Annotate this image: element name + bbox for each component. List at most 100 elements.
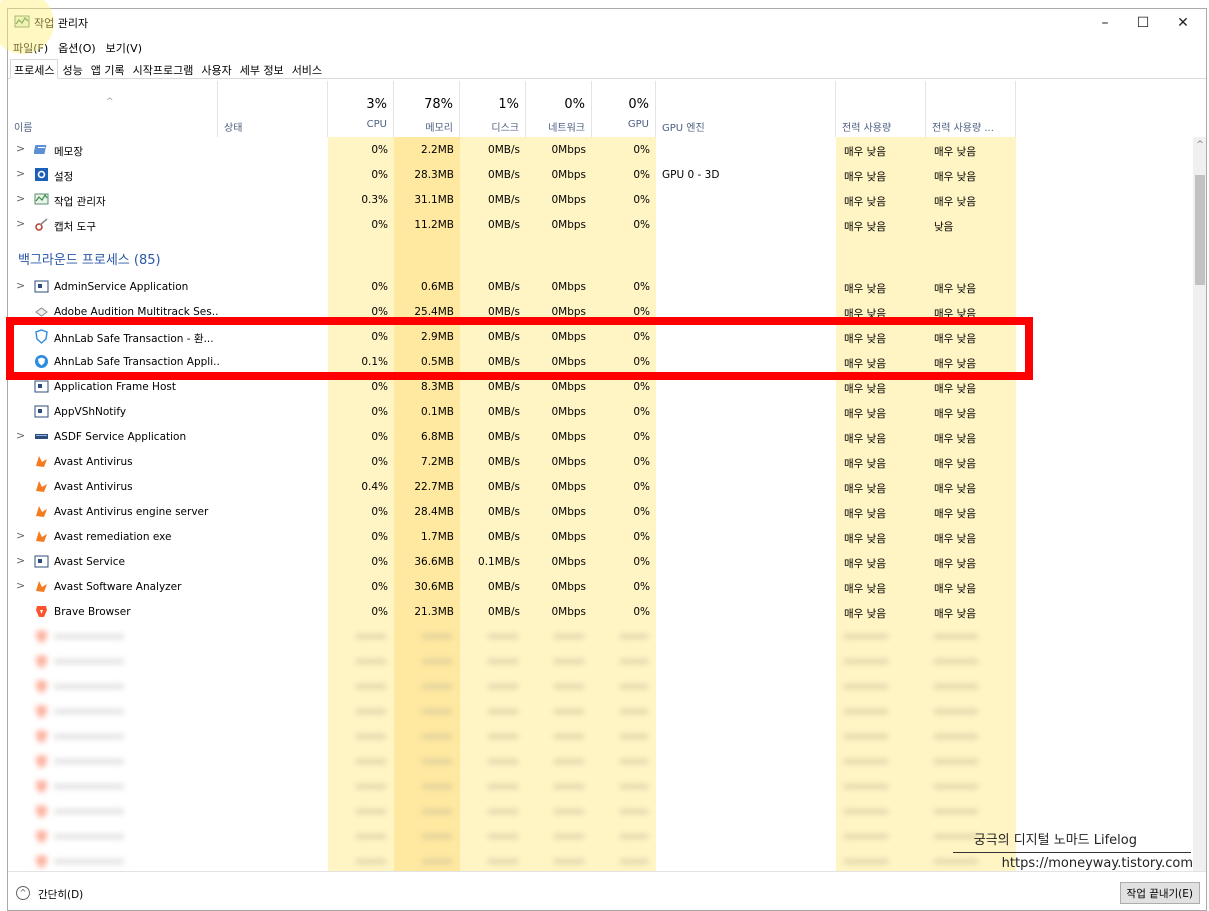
scroll-thumb[interactable] bbox=[1195, 175, 1205, 285]
adobe-audition-icon bbox=[34, 304, 49, 319]
app-row[interactable]: > 메모장 0% 2.2MB 0MB/s 0Mbps 0% 매우 낮음 매우 낮음 bbox=[8, 137, 1192, 162]
chevron-right-icon[interactable]: > bbox=[16, 579, 25, 592]
background-process-row[interactable]: AhnLab Safe Transaction Appli... 0.1% 0.5M… bbox=[8, 349, 1192, 374]
process-name: Avast Software Analyzer bbox=[54, 581, 182, 593]
chevron-right-icon[interactable]: > bbox=[16, 167, 25, 180]
footer-bar: ^ 간단히(D) 작업 끝내기(E) bbox=[8, 871, 1206, 910]
process-power: 매우 낮음 bbox=[844, 408, 886, 420]
brave-lion-icon bbox=[34, 829, 49, 844]
process-power-trend: 매우 낮음 bbox=[934, 608, 976, 620]
process-net: 0Mbps bbox=[551, 581, 586, 593]
process-power: 매우 낮음 bbox=[844, 308, 886, 320]
process-disk: 0MB/s bbox=[488, 406, 520, 418]
app-row[interactable]: > 설정 0% 28.3MB 0MB/s 0Mbps 0% GPU 0 - 3D 매우 낮음 매우… bbox=[8, 162, 1192, 187]
process-name: Adobe Audition Multitrack Ses... bbox=[54, 306, 219, 318]
tab-app-history[interactable]: 앱 기록 bbox=[87, 59, 129, 79]
background-process-row[interactable]: > ASDF Service Application 0% 6.8MB 0MB/s 0Mb… bbox=[8, 424, 1192, 449]
process-net: 0Mbps bbox=[551, 381, 586, 393]
process-name: Avast Service bbox=[54, 556, 125, 568]
process-cpu: 0% bbox=[371, 144, 388, 156]
process-net: 0Mbps bbox=[551, 356, 586, 368]
process-power: 매우 낮음 bbox=[844, 146, 886, 158]
process-cpu: 0% bbox=[371, 331, 388, 343]
chevron-right-icon[interactable]: > bbox=[16, 554, 25, 567]
process-cpu: 0.3% bbox=[361, 194, 388, 206]
process-disk: 0MB/s bbox=[488, 506, 520, 518]
background-process-row[interactable]: Adobe Audition Multitrack Ses... 0% 25.4MB… bbox=[8, 299, 1192, 324]
chevron-right-icon[interactable]: > bbox=[16, 142, 25, 155]
tab-processes[interactable]: 프로세스 bbox=[10, 59, 59, 79]
brave-lion-icon bbox=[34, 729, 49, 744]
tab-bar: 프로세스 성능 앱 기록 시작프로그램 사용자 세부 정보 서비스 bbox=[8, 59, 1206, 79]
task-manager-icon bbox=[34, 192, 49, 207]
process-net: 0Mbps bbox=[551, 531, 586, 543]
process-power: 매우 낮음 bbox=[844, 196, 886, 208]
process-disk: 0MB/s bbox=[488, 481, 520, 493]
watermark-divider bbox=[953, 852, 1191, 853]
tab-performance[interactable]: 성능 bbox=[58, 59, 86, 79]
chevron-right-icon[interactable]: > bbox=[16, 529, 25, 542]
background-processes-group: 백그라운드 프로세스 (85) bbox=[8, 237, 1192, 274]
menu-file[interactable]: 파일(F) bbox=[8, 37, 53, 57]
process-disk: 0MB/s bbox=[488, 169, 520, 181]
obscured-process-row bbox=[8, 624, 1192, 649]
column-power-trend[interactable]: 전력 사용량 ... bbox=[926, 81, 1016, 137]
chevron-right-icon[interactable]: > bbox=[16, 279, 25, 292]
app-row[interactable]: > 작업 관리자 0.3% 31.1MB 0MB/s 0Mbps 0% 매우 낮음 매우 낮음 bbox=[8, 187, 1192, 212]
background-process-row[interactable]: Application Frame Host 0% 8.3MB 0MB/s 0Mbps 0… bbox=[8, 374, 1192, 399]
background-process-row[interactable]: > Avast Service 0% 36.6MB 0.1MB/s 0Mbps 0% 매우 낮… bbox=[8, 549, 1192, 574]
process-disk: 0MB/s bbox=[488, 381, 520, 393]
scroll-up-arrow-icon[interactable]: ^ bbox=[1193, 137, 1206, 153]
chevron-right-icon[interactable]: > bbox=[16, 429, 25, 442]
column-memory[interactable]: 78% 메모리 bbox=[394, 81, 460, 137]
process-cpu: 0% bbox=[371, 281, 388, 293]
process-cpu: 0% bbox=[371, 531, 388, 543]
process-gpu: 0% bbox=[633, 431, 650, 443]
process-net: 0Mbps bbox=[551, 456, 586, 468]
tab-startup[interactable]: 시작프로그램 bbox=[129, 59, 198, 79]
background-process-row[interactable]: > Avast remediation exe 0% 1.7MB 0MB/s 0Mbps 0… bbox=[8, 524, 1192, 549]
tab-details[interactable]: 세부 정보 bbox=[236, 59, 288, 79]
chevron-up-circle-icon[interactable]: ^ bbox=[16, 886, 30, 900]
menu-view[interactable]: 보기(V) bbox=[101, 37, 147, 57]
end-task-button[interactable]: 작업 끝내기(E) bbox=[1119, 882, 1200, 904]
process-power-trend: 매우 낮음 bbox=[934, 508, 976, 520]
chevron-right-icon[interactable]: > bbox=[16, 217, 25, 230]
process-net: 0Mbps bbox=[551, 431, 586, 443]
column-disk[interactable]: 1% 디스크 bbox=[460, 81, 526, 137]
column-cpu[interactable]: 3% CPU bbox=[328, 81, 394, 137]
background-process-row[interactable]: Avast Antivirus 0.4% 22.7MB 0MB/s 0Mbps 0% 매우 … bbox=[8, 474, 1192, 499]
column-gpu[interactable]: 0% GPU bbox=[592, 81, 656, 137]
background-process-row[interactable]: Avast Antivirus engine server 0% 28.4MB 0MB… bbox=[8, 499, 1192, 524]
close-button[interactable]: ✕ bbox=[1160, 9, 1206, 37]
brave-lion-icon bbox=[34, 629, 49, 644]
background-process-row[interactable]: > Avast Software Analyzer 0% 30.6MB 0MB/s 0Mb… bbox=[8, 574, 1192, 599]
background-process-row[interactable]: Avast Antivirus 0% 7.2MB 0MB/s 0Mbps 0% 매우 낮음 매… bbox=[8, 449, 1192, 474]
process-power-trend: 매우 낮음 bbox=[934, 308, 976, 320]
process-net: 0Mbps bbox=[551, 606, 586, 618]
column-network[interactable]: 0% 네트워크 bbox=[526, 81, 592, 137]
background-process-row[interactable]: > AdminService Application 0% 0.6MB 0MB/s 0Mb… bbox=[8, 274, 1192, 299]
process-mem: 31.1MB bbox=[414, 194, 454, 206]
app-row[interactable]: > 캡처 도구 0% 11.2MB 0MB/s 0Mbps 0% 매우 낮음 낮음 bbox=[8, 212, 1192, 237]
process-disk: 0.1MB/s bbox=[478, 556, 520, 568]
column-gpu-engine[interactable]: GPU 엔진 bbox=[656, 81, 836, 137]
notepad-icon bbox=[33, 142, 49, 157]
process-name: 설정 bbox=[54, 171, 74, 183]
menu-options[interactable]: 옵션(O) bbox=[53, 37, 100, 57]
tab-users[interactable]: 사용자 bbox=[197, 59, 235, 79]
chevron-right-icon[interactable]: > bbox=[16, 192, 25, 205]
vertical-scrollbar[interactable]: ^ bbox=[1193, 137, 1206, 872]
process-mem: 30.6MB bbox=[414, 581, 454, 593]
background-process-row[interactable]: Brave Browser 0% 21.3MB 0MB/s 0Mbps 0% 매우 낮음 매우… bbox=[8, 599, 1192, 624]
column-power[interactable]: 전력 사용량 bbox=[836, 81, 926, 137]
process-cpu: 0% bbox=[371, 219, 388, 231]
background-process-row[interactable]: AppVShNotify 0% 0.1MB 0MB/s 0Mbps 0% 매우 낮음 매우 낮… bbox=[8, 399, 1192, 424]
column-status[interactable]: 상태 bbox=[218, 81, 328, 137]
process-mem: 21.3MB bbox=[414, 606, 454, 618]
watermark: 궁극의 디지털 노마드 Lifelog https://moneyway.tis… bbox=[953, 829, 1193, 871]
column-name[interactable]: ^ 이름 bbox=[8, 81, 218, 137]
fewer-details-link[interactable]: 간단히(D) bbox=[38, 887, 83, 902]
tab-services[interactable]: 서비스 bbox=[288, 59, 326, 79]
background-process-row[interactable]: AhnLab Safe Transaction - 환... 0% 2.9MB 0MB… bbox=[8, 324, 1192, 349]
